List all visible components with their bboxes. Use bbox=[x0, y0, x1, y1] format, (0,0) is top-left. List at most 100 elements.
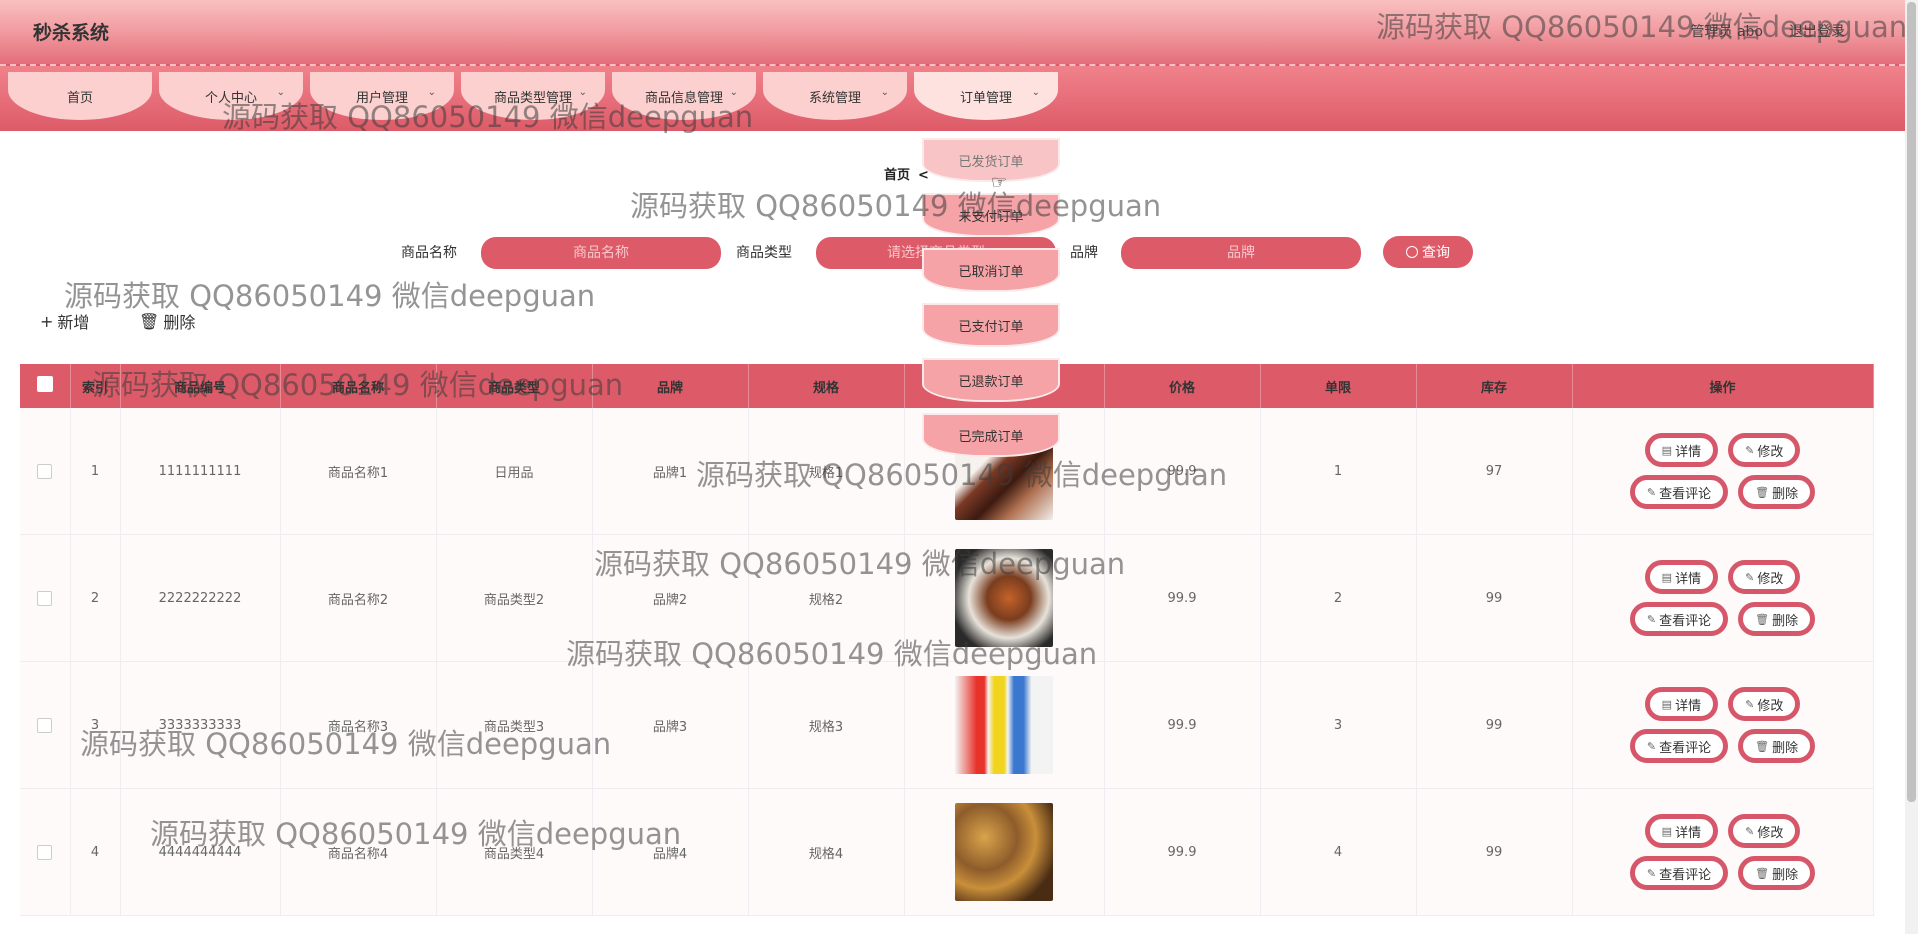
delete-button[interactable]: 🗑 删除 bbox=[1738, 856, 1816, 890]
table-row: 2 2222222222 商品名称2 商品类型2 品牌2 规格2 99.9 2 … bbox=[20, 534, 1874, 662]
cell-brand: 品牌3 bbox=[592, 661, 749, 789]
vertical-scrollbar[interactable] bbox=[1905, 0, 1918, 934]
breadcrumb-home[interactable]: 首页 bbox=[884, 168, 910, 183]
cell-stock: 99 bbox=[1416, 661, 1573, 789]
nav-item-label: 首页 bbox=[66, 90, 93, 106]
product-name-label: 商品名称 bbox=[401, 245, 457, 261]
detail-button[interactable]: ▤ 详情 bbox=[1644, 560, 1719, 594]
detail-button[interactable]: ▤ 详情 bbox=[1644, 814, 1719, 848]
delete-button[interactable]: 🗑 删除 bbox=[1738, 602, 1816, 636]
view-comments-label: 查看评论 bbox=[1659, 740, 1712, 756]
cell-spec: 规格1 bbox=[748, 408, 905, 535]
view-comments-label: 查看评论 bbox=[1659, 613, 1712, 629]
row-checkbox[interactable] bbox=[37, 463, 53, 479]
chevron-down-icon: ⌄ bbox=[880, 87, 889, 98]
nav-item-home[interactable]: 首页 bbox=[8, 72, 152, 120]
brand-input[interactable] bbox=[1121, 237, 1361, 269]
add-button[interactable]: + 新增 bbox=[40, 309, 89, 333]
view-comments-label: 查看评论 bbox=[1659, 867, 1712, 883]
cell-limit: 4 bbox=[1260, 788, 1417, 916]
detail-label: 详情 bbox=[1675, 444, 1702, 460]
edit-label: 修改 bbox=[1757, 571, 1784, 587]
pencil-icon: ✎ bbox=[1646, 485, 1657, 499]
query-button[interactable]: 查询 bbox=[1383, 236, 1473, 268]
trash-icon: 🗑 bbox=[139, 311, 160, 331]
edit-button[interactable]: ✎ 修改 bbox=[1728, 687, 1801, 721]
batch-delete-button[interactable]: 🗑 删除 bbox=[139, 309, 195, 333]
view-comments-button[interactable]: ✎ 查看评论 bbox=[1629, 856, 1729, 890]
delete-button[interactable]: 🗑 删除 bbox=[1738, 729, 1816, 763]
row-checkbox[interactable] bbox=[37, 717, 53, 733]
product-name-input[interactable] bbox=[481, 237, 721, 269]
table-header-cell: 索引 bbox=[70, 364, 121, 408]
cell-brand: 品牌4 bbox=[592, 788, 749, 916]
cell-index: 3 bbox=[70, 661, 121, 789]
scrollbar-thumb[interactable] bbox=[1907, 2, 1916, 802]
cell-image bbox=[904, 534, 1105, 662]
cell-price: 99.9 bbox=[1104, 408, 1261, 535]
row-checkbox[interactable] bbox=[37, 590, 53, 606]
nav-item-system-management[interactable]: 系统管理 ⌄ bbox=[763, 72, 907, 120]
detail-button[interactable]: ▤ 详情 bbox=[1644, 433, 1719, 467]
nav-item-product-info-management[interactable]: 商品信息管理 ⌄ bbox=[612, 72, 756, 120]
cell-index: 1 bbox=[70, 408, 121, 535]
delete-button[interactable]: 🗑 删除 bbox=[1738, 475, 1816, 509]
edit-button[interactable]: ✎ 修改 bbox=[1728, 560, 1801, 594]
batch-delete-label: 删除 bbox=[163, 313, 196, 332]
detail-button[interactable]: ▤ 详情 bbox=[1644, 687, 1719, 721]
table-header-cell: 商品编号 bbox=[120, 364, 281, 408]
app-header: 秒杀系统 管理员 abo 退出登录 bbox=[0, 0, 1905, 64]
view-comments-button[interactable]: ✎ 查看评论 bbox=[1629, 729, 1729, 763]
nav-item-label: 系统管理 bbox=[808, 90, 861, 106]
pencil-icon: ✎ bbox=[1745, 824, 1755, 838]
table-header-cell: 规格 bbox=[748, 364, 905, 408]
edit-button[interactable]: ✎ 修改 bbox=[1728, 433, 1801, 467]
detail-label: 详情 bbox=[1675, 698, 1702, 714]
menu-item-paid-orders[interactable]: 已支付订单 bbox=[922, 303, 1060, 347]
product-type-label: 商品类型 bbox=[736, 245, 792, 261]
menu-item-unpaid-orders[interactable]: 未支付订单 bbox=[922, 193, 1060, 237]
document-icon: ▤ bbox=[1661, 697, 1673, 711]
query-button-label: 查询 bbox=[1422, 245, 1450, 261]
chevron-down-icon: ⌄ bbox=[1031, 87, 1040, 98]
row-checkbox[interactable] bbox=[37, 844, 53, 860]
nav-item-personal-center[interactable]: 个人中心 ⌄ bbox=[159, 72, 303, 120]
view-comments-button[interactable]: ✎ 查看评论 bbox=[1629, 475, 1729, 509]
product-image-meal[interactable] bbox=[955, 803, 1053, 901]
trash-icon: 🗑 bbox=[1755, 485, 1770, 499]
nav-item-user-management[interactable]: 用户管理 ⌄ bbox=[310, 72, 454, 120]
chevron-down-icon: ⌄ bbox=[578, 87, 587, 98]
chevron-down-icon: ⌄ bbox=[729, 87, 738, 98]
product-image-bottles[interactable] bbox=[955, 676, 1053, 774]
view-comments-button[interactable]: ✎ 查看评论 bbox=[1629, 602, 1729, 636]
document-icon: ▤ bbox=[1661, 570, 1673, 584]
cell-ops: ▤ 详情 ✎ 修改 ✎ 查看评论 🗑 删除 bbox=[1572, 661, 1874, 789]
edit-button[interactable]: ✎ 修改 bbox=[1728, 814, 1801, 848]
menu-item-cancelled-orders[interactable]: 已取消订单 bbox=[922, 248, 1060, 292]
add-button-label: 新增 bbox=[57, 313, 90, 332]
cell-code: 1111111111 bbox=[120, 408, 281, 535]
product-image-food[interactable] bbox=[955, 549, 1053, 647]
cell-type: 商品类型4 bbox=[436, 788, 593, 916]
cell-limit: 3 bbox=[1260, 661, 1417, 789]
user-label: 管理员 abo bbox=[1690, 24, 1763, 40]
delete-label: 删除 bbox=[1772, 867, 1799, 883]
menu-item-completed-orders[interactable]: 已完成订单 bbox=[922, 413, 1060, 457]
cell-brand: 品牌1 bbox=[592, 408, 749, 535]
user-area: 管理员 abo 退出登录 bbox=[1691, 21, 1845, 41]
delete-label: 删除 bbox=[1772, 740, 1799, 756]
cell-index: 4 bbox=[70, 788, 121, 916]
menu-item-refunded-orders[interactable]: 已退款订单 bbox=[922, 358, 1060, 402]
nav-item-order-management[interactable]: 订单管理 ⌄ bbox=[914, 72, 1058, 120]
cell-spec: 规格4 bbox=[748, 788, 905, 916]
table-header-cell: 库存 bbox=[1416, 364, 1573, 408]
cell-ops: ▤ 详情 ✎ 修改 ✎ 查看评论 🗑 删除 bbox=[1572, 788, 1874, 916]
nav-item-product-type-management[interactable]: 商品类型管理 ⌄ bbox=[461, 72, 605, 120]
pencil-icon: ✎ bbox=[1646, 866, 1657, 880]
table-header-cell: 单限 bbox=[1260, 364, 1417, 408]
cell-stock: 97 bbox=[1416, 408, 1573, 535]
select-all-checkbox[interactable] bbox=[36, 376, 53, 392]
trash-icon: 🗑 bbox=[1755, 866, 1770, 880]
logout-link[interactable]: 退出登录 bbox=[1789, 21, 1845, 41]
nav-item-label: 用户管理 bbox=[355, 90, 408, 106]
